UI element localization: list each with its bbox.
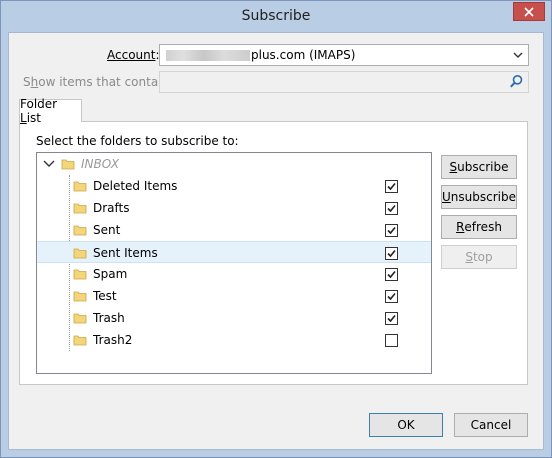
- account-dropdown[interactable]: plus.com (IMAPS): [159, 44, 529, 66]
- subscribe-checkbox[interactable]: [385, 268, 398, 281]
- folder-name: Drafts: [93, 201, 130, 215]
- tab-folder-list[interactable]: Folder List: [19, 97, 82, 125]
- folder-icon: [73, 248, 87, 259]
- folder-row[interactable]: Test: [37, 285, 431, 307]
- subscribe-checkbox[interactable]: [385, 312, 398, 325]
- folder-row[interactable]: Trash2: [37, 329, 431, 351]
- checkmark-icon: [387, 249, 396, 258]
- checkmark-icon: [387, 314, 396, 323]
- show-items-label: Show items that contain:: [23, 75, 174, 89]
- folder-icon: [61, 159, 75, 170]
- folder-row[interactable]: Drafts: [37, 197, 431, 219]
- folders-instruction: Select the folders to subscribe to:: [36, 134, 239, 148]
- folder-icon: [73, 203, 87, 214]
- subscribe-checkbox[interactable]: [385, 180, 398, 193]
- checkmark-icon: [387, 226, 396, 235]
- title-bar[interactable]: Subscribe: [1, 1, 551, 33]
- tab-folder-list-label: Folder List: [20, 97, 58, 125]
- checkmark-icon: [387, 182, 396, 191]
- show-items-search-input[interactable]: [159, 71, 529, 93]
- subscribe-checkbox[interactable]: [385, 334, 398, 347]
- folder-icon: [73, 181, 87, 192]
- refresh-button[interactable]: Refresh: [441, 215, 517, 239]
- unsubscribe-button[interactable]: Unsubscribe: [441, 185, 517, 209]
- folder-row[interactable]: Trash: [37, 307, 431, 329]
- folder-name: Sent Items: [93, 246, 158, 260]
- folder-icon: [73, 335, 87, 346]
- cancel-button[interactable]: Cancel: [454, 413, 528, 437]
- close-button[interactable]: [513, 2, 545, 21]
- folder-name: Trash2: [93, 333, 133, 347]
- folder-name: Deleted Items: [93, 179, 178, 193]
- tree-root-label: INBOX: [81, 157, 120, 171]
- folder-tree[interactable]: INBOX Deleted Items Drafts Sent Sent Ite…: [36, 152, 432, 374]
- tree-root-inbox[interactable]: INBOX: [37, 153, 431, 175]
- subscribe-checkbox[interactable]: [385, 290, 398, 303]
- folder-name: Trash: [93, 311, 125, 325]
- window-title: Subscribe: [241, 8, 311, 24]
- folder-icon: [73, 291, 87, 302]
- subscribe-checkbox[interactable]: [385, 224, 398, 237]
- close-icon: [524, 6, 534, 17]
- dialog-body: Account: plus.com (IMAPS) Show items tha…: [8, 32, 544, 450]
- folder-icon: [73, 269, 87, 280]
- subscribe-checkbox[interactable]: [385, 202, 398, 215]
- folder-icon: [73, 313, 87, 324]
- folder-icon: [73, 225, 87, 236]
- stop-button[interactable]: Stop: [441, 245, 517, 269]
- account-label: Account:: [107, 48, 160, 62]
- chevron-down-icon: [513, 52, 523, 58]
- account-name-redacted: [166, 50, 250, 61]
- folder-row[interactable]: Sent: [37, 219, 431, 241]
- subscribe-dialog: Subscribe Account: plus.com (IMAPS) Show…: [0, 0, 552, 458]
- folder-row[interactable]: Spam: [37, 263, 431, 285]
- chevron-collapse-icon[interactable]: [43, 159, 55, 169]
- checkmark-icon: [387, 204, 396, 213]
- checkmark-icon: [387, 270, 396, 279]
- folder-list-panel: Select the folders to subscribe to: INBO…: [19, 121, 528, 385]
- ok-button[interactable]: OK: [369, 413, 443, 437]
- subscribe-button[interactable]: Subscribe: [441, 155, 517, 179]
- account-value: plus.com (IMAPS): [251, 48, 356, 62]
- search-icon[interactable]: [509, 74, 524, 89]
- checkmark-icon: [387, 292, 396, 301]
- subscribe-checkbox[interactable]: [385, 247, 398, 260]
- folder-row[interactable]: Deleted Items: [37, 175, 431, 197]
- folder-name: Sent: [93, 223, 121, 237]
- folder-name: Test: [93, 289, 117, 303]
- folder-row-selected[interactable]: Sent Items: [37, 241, 431, 263]
- folder-name: Spam: [93, 267, 128, 281]
